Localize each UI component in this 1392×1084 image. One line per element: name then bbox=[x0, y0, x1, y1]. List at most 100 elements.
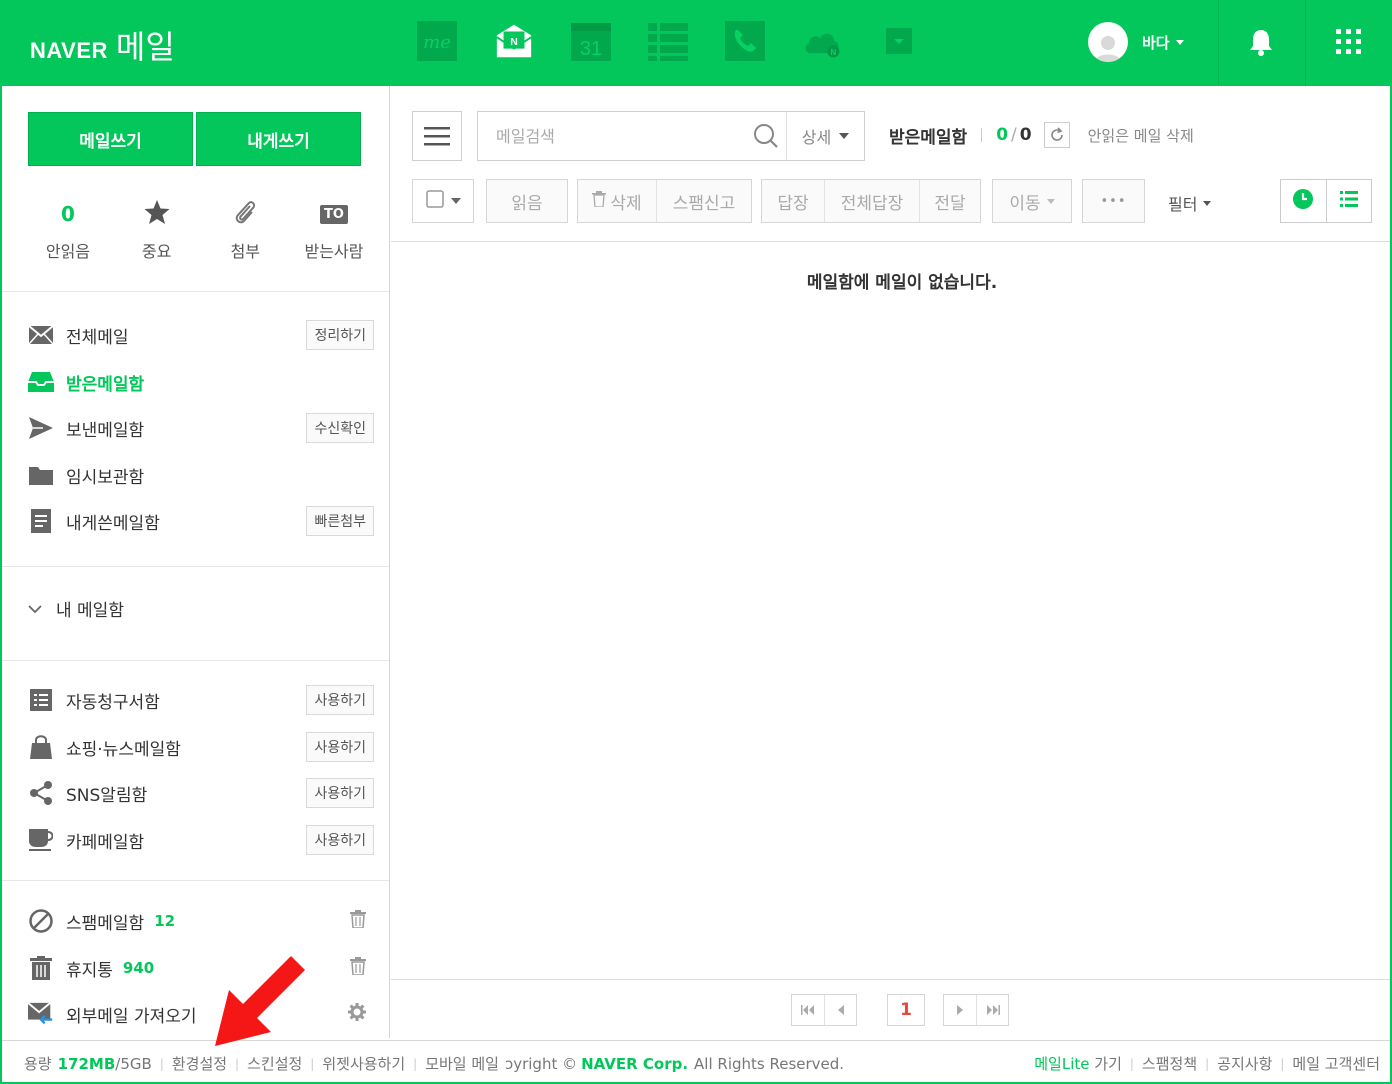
settings-link[interactable]: 환경설정 bbox=[172, 1053, 227, 1074]
total-count: 0 bbox=[1019, 125, 1032, 145]
write-mail-button[interactable]: 메일쓰기 bbox=[28, 112, 193, 166]
delete-unread-link[interactable]: 안읽은 메일 삭제 bbox=[1088, 125, 1194, 146]
current-page[interactable]: 1 bbox=[887, 994, 925, 1026]
prev-page-icon[interactable] bbox=[824, 995, 856, 1025]
folder-drafts[interactable]: 임시보관함 bbox=[28, 455, 374, 495]
checkbox-icon[interactable] bbox=[425, 190, 444, 212]
filter-dropdown[interactable]: 필터 bbox=[1168, 191, 1212, 215]
quick-attach[interactable]: 첨부 bbox=[205, 198, 285, 262]
move-dropdown[interactable]: 이동 bbox=[992, 179, 1072, 223]
bell-icon[interactable] bbox=[1248, 28, 1274, 60]
quick-attach-button[interactable]: 빠른첨부 bbox=[306, 506, 374, 536]
first-page-icon[interactable] bbox=[792, 995, 824, 1025]
footer-separator: | bbox=[235, 1056, 240, 1071]
note-icon bbox=[28, 509, 54, 533]
mark-read-button[interactable]: 읽음 bbox=[487, 180, 567, 222]
me-icon[interactable]: me bbox=[417, 20, 457, 62]
list-view-button[interactable] bbox=[1325, 180, 1372, 222]
mobile-mail-link[interactable]: 모바일 메일 bbox=[425, 1053, 499, 1074]
spam-count: 12 bbox=[154, 912, 176, 930]
folder-all-mail[interactable]: 전체메일 정리하기 bbox=[28, 315, 374, 355]
select-all-dropdown[interactable] bbox=[412, 179, 474, 223]
search-detail-dropdown[interactable]: 상세 bbox=[786, 112, 864, 160]
folder-spam[interactable]: 스팸메일함 12 bbox=[28, 901, 374, 941]
last-page-icon[interactable] bbox=[976, 995, 1008, 1025]
folder-label: SNS알림함 bbox=[66, 785, 148, 806]
quick-unread[interactable]: 0 안읽음 bbox=[28, 198, 108, 262]
organize-button[interactable]: 정리하기 bbox=[306, 320, 374, 350]
reply-all-button[interactable]: 전체답장 bbox=[824, 180, 919, 222]
naver-mail-logo[interactable]: NAVER 메일 bbox=[30, 22, 175, 68]
more-group: ••• bbox=[1082, 179, 1145, 223]
report-spam-button[interactable]: 스팸신고 bbox=[656, 180, 751, 222]
more-button[interactable]: ••• bbox=[1083, 180, 1144, 222]
import-mail-icon bbox=[28, 1002, 54, 1026]
trash-bin-icon bbox=[28, 956, 54, 980]
divider bbox=[2, 880, 389, 881]
spam-policy-link[interactable]: 스팸정책 bbox=[1142, 1053, 1197, 1074]
empty-trash-icon[interactable] bbox=[350, 957, 366, 979]
mail-lite-suffix: 가기 bbox=[1089, 1055, 1122, 1073]
notice-link[interactable]: 공지사항 bbox=[1217, 1053, 1272, 1074]
phone-icon[interactable] bbox=[725, 20, 765, 62]
folder-sns[interactable]: SNS알림함 사용하기 bbox=[28, 773, 374, 813]
folder-inbox[interactable]: 받은메일함 bbox=[28, 362, 374, 402]
shopping-bag-icon bbox=[28, 735, 54, 759]
naver-corp-link[interactable]: NAVER Corp. bbox=[581, 1055, 688, 1073]
coffee-cup-icon bbox=[28, 828, 54, 852]
quick-to-me[interactable]: TO 받는사람 bbox=[294, 198, 374, 262]
app-switcher: me N 31 N bbox=[417, 20, 956, 62]
search-icon[interactable] bbox=[746, 123, 786, 149]
folder-trash[interactable]: 휴지통 940 bbox=[28, 948, 374, 988]
folder-label: 쇼핑·뉴스메일함 bbox=[66, 739, 181, 760]
folder-external[interactable]: 외부메일 가져오기 bbox=[28, 994, 374, 1034]
next-page-icon[interactable] bbox=[944, 995, 976, 1025]
enable-button[interactable]: 사용하기 bbox=[306, 825, 374, 855]
my-mailbox-label: 내 메일함 bbox=[56, 601, 124, 621]
top-header: NAVER 메일 me N 31 N 바다 bbox=[0, 0, 1392, 86]
folder-shopping-news[interactable]: 쇼핑·뉴스메일함 사용하기 bbox=[28, 727, 374, 767]
widget-link[interactable]: 위젯사용하기 bbox=[322, 1053, 405, 1074]
profile-menu[interactable]: 바다 bbox=[1088, 22, 1184, 62]
cloud-icon[interactable]: N bbox=[802, 20, 842, 62]
refresh-icon[interactable] bbox=[1043, 122, 1070, 148]
avatar bbox=[1088, 22, 1128, 62]
enable-button[interactable]: 사용하기 bbox=[306, 732, 374, 762]
calendar-icon[interactable]: 31 bbox=[571, 20, 611, 62]
reply-button[interactable]: 답장 bbox=[762, 180, 824, 222]
write-buttons: 메일쓰기 내게쓰기 bbox=[28, 112, 361, 166]
mailbox-title: 받은메일함 bbox=[889, 127, 968, 148]
mail-lite-link[interactable]: 메일Lite 가기 bbox=[1034, 1053, 1122, 1074]
write-to-me-button[interactable]: 내게쓰기 bbox=[196, 112, 361, 166]
hamburger-menu-button[interactable] bbox=[412, 111, 462, 161]
time-view-button[interactable] bbox=[1281, 180, 1326, 222]
unread-count: 0 bbox=[61, 202, 75, 226]
move-button[interactable]: 이동 bbox=[993, 180, 1071, 222]
pager-next-group bbox=[943, 994, 1009, 1026]
contacts-icon[interactable] bbox=[648, 20, 688, 62]
enable-button[interactable]: 사용하기 bbox=[306, 685, 374, 715]
star-icon bbox=[144, 199, 170, 229]
search-input[interactable] bbox=[478, 112, 746, 160]
more-dropdown-icon[interactable] bbox=[879, 20, 919, 62]
divider bbox=[391, 979, 1390, 980]
quick-important[interactable]: 중요 bbox=[117, 198, 197, 262]
folder-auto-bills[interactable]: 자동청구서함 사용하기 bbox=[28, 680, 374, 720]
to-badge-icon: TO bbox=[320, 204, 348, 224]
read-receipt-button[interactable]: 수신확인 bbox=[306, 413, 374, 443]
folder-label: 전체메일 bbox=[66, 327, 129, 348]
enable-button[interactable]: 사용하기 bbox=[306, 778, 374, 808]
forward-button[interactable]: 전달 bbox=[919, 180, 980, 222]
delete-button[interactable]: 삭제 bbox=[578, 180, 656, 222]
gear-icon[interactable] bbox=[348, 1003, 366, 1025]
all-services-grid-icon[interactable] bbox=[1336, 29, 1362, 59]
support-link[interactable]: 메일 고객센터 bbox=[1292, 1053, 1380, 1074]
folder-cafe[interactable]: 카페메일함 사용하기 bbox=[28, 820, 374, 860]
trash-icon[interactable] bbox=[350, 910, 366, 932]
skin-settings-link[interactable]: 스킨설정 bbox=[247, 1053, 302, 1074]
folder-sent[interactable]: 보낸메일함 수신확인 bbox=[28, 408, 374, 448]
folder-to-me[interactable]: 내게쓴메일함 빠른첨부 bbox=[28, 501, 374, 541]
my-mailbox-toggle[interactable]: 내 메일함 bbox=[28, 596, 124, 621]
unread-count[interactable]: 0 bbox=[996, 125, 1008, 145]
mail-icon[interactable]: N bbox=[494, 20, 534, 62]
